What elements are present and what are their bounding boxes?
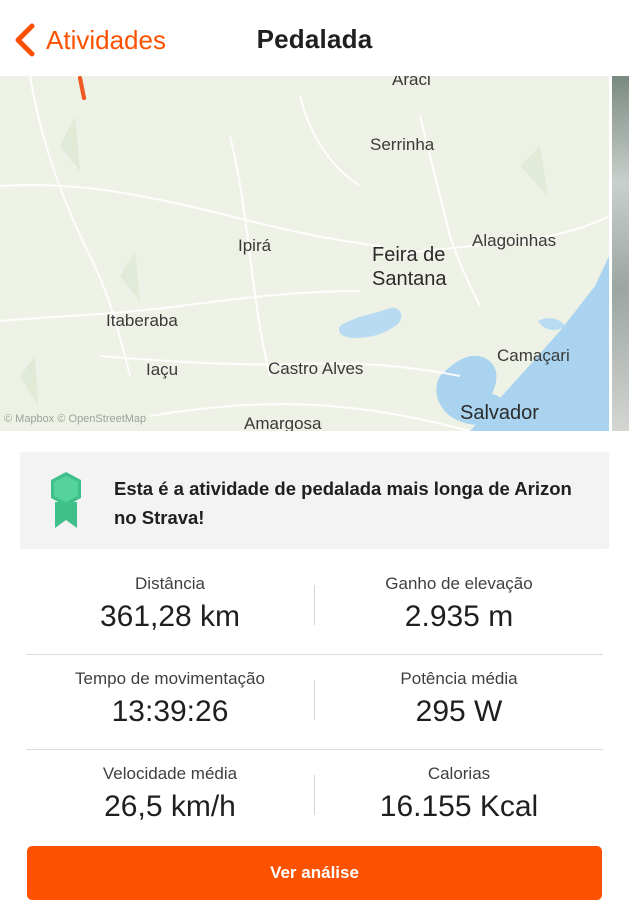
stat-moving-time: Tempo de movimentação 13:39:26 — [26, 655, 314, 729]
stat-average-speed: Velocidade média 26,5 km/h — [26, 750, 314, 824]
map-label-camacari: Camaçari — [497, 346, 570, 365]
page-title: Pedalada — [256, 24, 373, 54]
stat-distance: Distância 361,28 km — [26, 560, 314, 634]
map-attribution[interactable]: © Mapbox © OpenStreetMap — [4, 413, 146, 425]
stat-value: 13:39:26 — [111, 695, 229, 728]
stat-label: Distância — [135, 574, 205, 593]
header: Atividades Pedalada — [0, 0, 629, 76]
map-label-santana: Santana — [372, 268, 447, 290]
map-label-ipira: Ipirá — [238, 236, 272, 255]
achievement-text: Esta é a atividade de pedalada mais long… — [114, 478, 572, 528]
stat-label: Tempo de movimentação — [75, 669, 265, 688]
map-label-iacu: Iaçu — [146, 360, 179, 379]
achievement-card[interactable]: Esta é a atividade de pedalada mais long… — [20, 452, 609, 549]
stat-label: Calorias — [427, 764, 491, 783]
achievement-badge-icon — [51, 472, 81, 528]
stat-value: 16.155 Kcal — [379, 790, 539, 823]
stat-row: Velocidade média 26,5 km/h Calorias 16.1… — [26, 750, 603, 845]
map-label-serrinha: Serrinha — [370, 135, 435, 154]
stat-row: Distância 361,28 km Ganho de elevação 2.… — [26, 560, 603, 655]
route-map[interactable]: Araci Serrinha Ipirá Feira de Santana Al… — [0, 76, 629, 431]
map-label-salvador: Salvador — [460, 402, 539, 424]
map-label-itaberaba: Itaberaba — [106, 311, 178, 330]
map-label-feira: Feira de — [372, 244, 446, 266]
map-label-amargosa: Amargosa — [244, 414, 322, 431]
stat-label: Ganho de elevação — [385, 574, 533, 593]
view-analysis-button[interactable]: Ver análise — [27, 846, 602, 900]
stats-grid: Distância 361,28 km Ganho de elevação 2.… — [26, 560, 603, 845]
stat-value: 26,5 km/h — [104, 790, 236, 823]
map-label-araci: Araci — [392, 76, 431, 89]
stat-value: 295 W — [415, 695, 503, 728]
stat-value: 361,28 km — [99, 600, 241, 633]
stat-elevation-gain: Ganho de elevação 2.935 m — [315, 560, 603, 634]
stat-label: Potência média — [400, 669, 518, 688]
activity-photo-thumbnail[interactable] — [609, 76, 629, 431]
stat-row: Tempo de movimentação 13:39:26 Potência … — [26, 655, 603, 750]
stat-label: Velocidade média — [102, 764, 238, 783]
map-label-alagoinhas: Alagoinhas — [472, 231, 557, 250]
stat-average-power: Potência média 295 W — [315, 655, 603, 729]
stat-value: 2.935 m — [404, 600, 514, 633]
stat-calories: Calorias 16.155 Kcal — [315, 750, 603, 824]
map-label-castro-alves: Castro Alves — [268, 359, 364, 378]
